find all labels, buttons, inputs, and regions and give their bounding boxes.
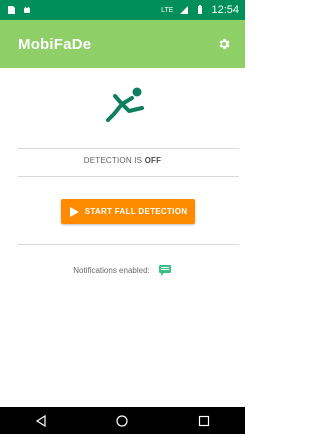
start-fall-detection-button[interactable]: START FALL DETECTION [61,199,195,224]
detection-state: OFF [144,156,162,165]
app-title: MobiFaDe [18,35,92,53]
detection-prefix: DETECTION IS [83,156,145,165]
settings-button[interactable] [213,33,235,55]
status-right: LTE 12:54 [161,4,239,16]
status-bar: LTE 12:54 [0,0,245,20]
notifications-label: Notifications enabled: [73,265,150,275]
status-left [6,5,32,15]
signal-icon [180,6,189,14]
play-icon [69,206,79,217]
recents-button[interactable] [192,411,216,431]
detection-status: DETECTION IS OFF [0,156,245,165]
divider-top [18,148,239,149]
home-icon [116,414,129,427]
gear-icon [219,38,230,50]
battery-icon [198,5,203,14]
message-icon[interactable] [158,264,172,276]
start-button-label: START FALL DETECTION [84,207,188,216]
notifications-row: Notifications enabled: [0,264,245,276]
sd-card-icon [8,6,15,14]
navigation-bar [0,407,245,434]
app-bar: MobiFaDe [0,20,245,68]
network-label: LTE [161,6,174,14]
home-button[interactable] [110,411,134,431]
main-content: DETECTION IS OFF START FALL DETECTION No… [0,68,245,407]
status-time: 12:54 [211,4,239,16]
back-icon [35,414,46,427]
android-icon [24,6,30,13]
falling-person-icon [106,87,144,122]
divider-bottom [18,244,239,245]
recents-icon [199,415,210,426]
back-button[interactable] [29,411,53,431]
divider-middle [18,176,239,177]
